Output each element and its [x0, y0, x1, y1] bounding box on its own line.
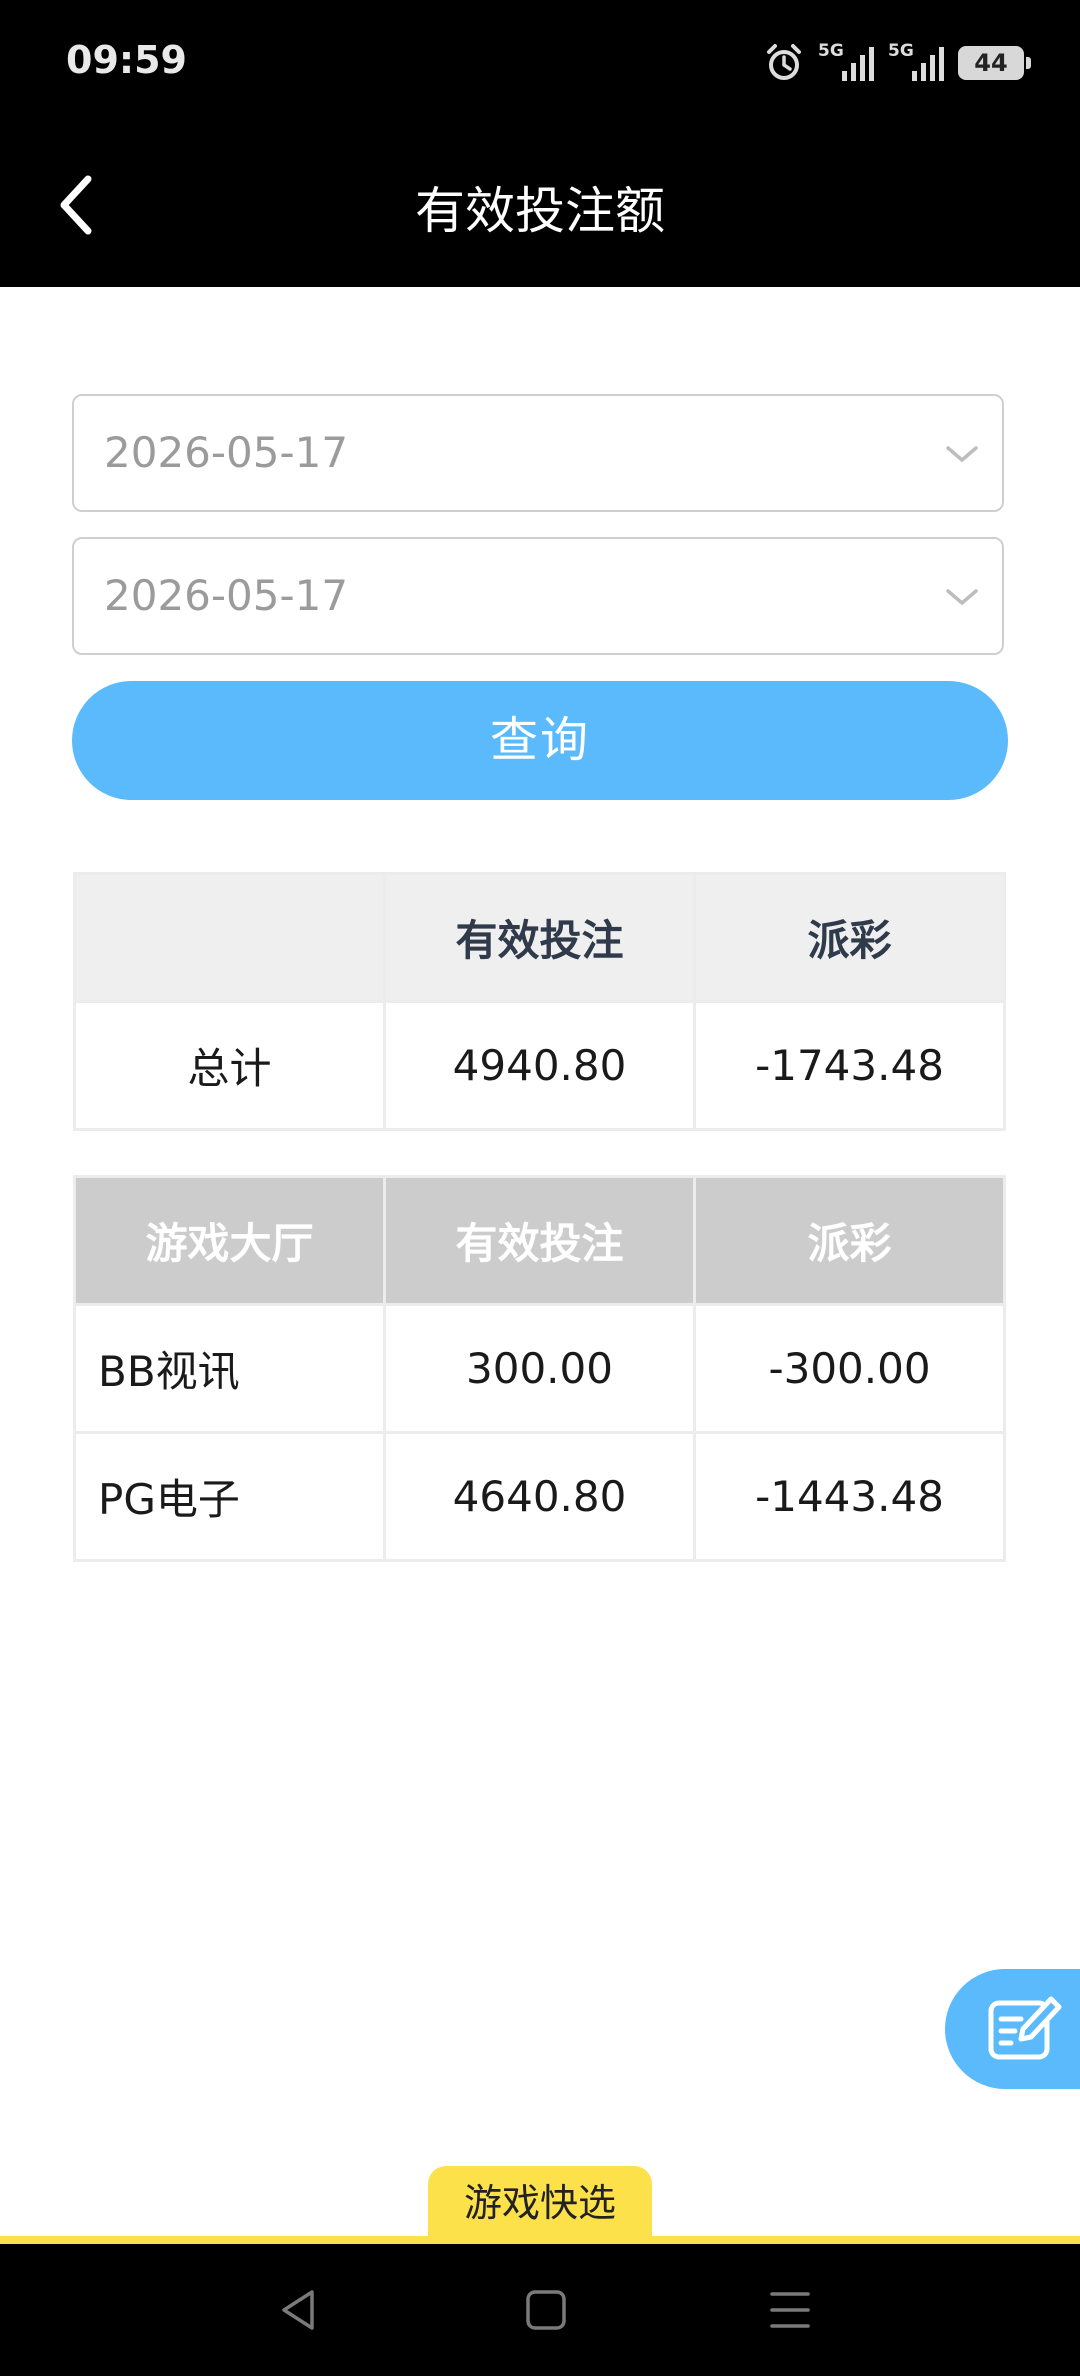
- end-date-value: 2026-05-17: [104, 571, 349, 620]
- status-bar: 09:59 5G 5G 44: [0, 0, 1080, 125]
- summary-header-bet: 有效投注: [383, 872, 696, 1003]
- nav-home-icon[interactable]: [520, 2284, 572, 2336]
- game-bet-value: 300.00: [383, 1303, 696, 1434]
- end-date-select[interactable]: 2026-05-17: [72, 537, 1004, 655]
- game-quick-select-tab[interactable]: 游戏快选: [428, 2166, 652, 2240]
- games-header-row: 游戏大厅 有效投注 派彩: [73, 1175, 1006, 1306]
- alarm-icon: [767, 44, 801, 80]
- edit-note-icon: [988, 1996, 1062, 2060]
- table-row: PG电子 4640.80 -1443.48: [73, 1431, 1006, 1562]
- floating-edit-button[interactable]: [945, 1969, 1080, 2089]
- games-header-hall: 游戏大厅: [73, 1175, 386, 1306]
- game-payout-value: -300.00: [693, 1303, 1006, 1434]
- nav-back-icon[interactable]: [272, 2284, 324, 2336]
- chevron-down-icon: [946, 446, 978, 462]
- summary-table: 有效投注 派彩 总计 4940.80 -1743.48: [73, 872, 1006, 1131]
- games-table: 游戏大厅 有效投注 派彩 BB视讯 300.00 -300.00 PG电子 46…: [73, 1175, 1006, 1562]
- sim2-label: 5G: [888, 41, 914, 61]
- table-row: 总计 4940.80 -1743.48: [73, 1000, 1006, 1131]
- sim1-label: 5G: [818, 41, 844, 61]
- battery-icon: 44: [958, 46, 1031, 80]
- games-header-bet: 有效投注: [383, 1175, 696, 1306]
- app-header: 有效投注额: [0, 125, 1080, 287]
- game-hall-name: BB视讯: [73, 1303, 386, 1434]
- summary-header-empty: [73, 872, 386, 1003]
- game-bet-value: 4640.80: [383, 1431, 696, 1562]
- signal-5g-icon: 5G: [818, 41, 874, 85]
- status-icons: 5G 5G 44: [764, 38, 1031, 88]
- battery-level: 44: [974, 49, 1008, 77]
- chevron-down-icon: [946, 589, 978, 605]
- summary-payout-value: -1743.48: [693, 1000, 1006, 1131]
- summary-header-row: 有效投注 派彩: [73, 872, 1006, 1003]
- summary-bet-value: 4940.80: [383, 1000, 696, 1131]
- page-title: 有效投注额: [415, 182, 665, 240]
- system-nav-bar: [0, 2244, 1080, 2376]
- start-date-value: 2026-05-17: [104, 428, 349, 477]
- games-header-payout: 派彩: [693, 1175, 1006, 1306]
- summary-header-payout: 派彩: [693, 872, 1006, 1003]
- game-hall-name: PG电子: [73, 1431, 386, 1562]
- table-row: BB视讯 300.00 -300.00: [73, 1303, 1006, 1434]
- quick-select-divider: [0, 2236, 1080, 2244]
- summary-label: 总计: [73, 1000, 386, 1131]
- nav-menu-icon[interactable]: [764, 2284, 816, 2336]
- signal-5g-icon: 5G: [888, 41, 944, 85]
- game-payout-value: -1443.48: [693, 1431, 1006, 1562]
- status-time: 09:59: [66, 38, 187, 82]
- query-button[interactable]: 查询: [72, 681, 1008, 800]
- start-date-select[interactable]: 2026-05-17: [72, 394, 1004, 512]
